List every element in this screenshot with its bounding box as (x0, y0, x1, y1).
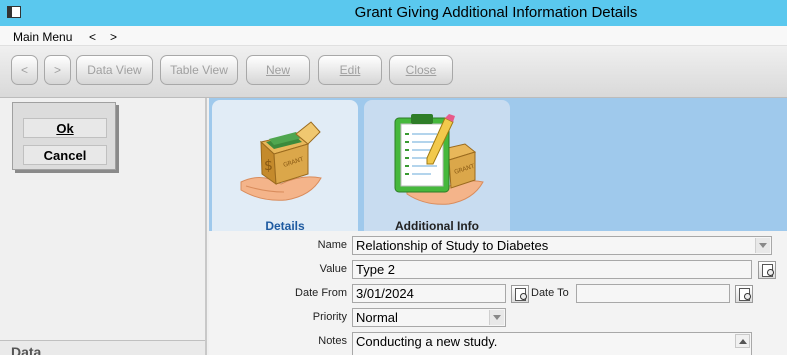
data-view-label: Data View (87, 63, 142, 77)
name-dropdown[interactable]: Relationship of Study to Diabetes (352, 236, 772, 255)
name-label: Name (317, 239, 347, 251)
value-field[interactable]: Type 2 (352, 260, 752, 279)
menu-back-arrow[interactable]: < (89, 30, 96, 44)
value-lookup-icon[interactable] (758, 261, 776, 279)
dialog-button-group: Ok Cancel (12, 102, 116, 170)
left-panel: Ok Cancel Data (0, 98, 207, 355)
notes-label: Notes (318, 335, 347, 347)
details-form: Name Relationship of Study to Diabetes V… (209, 231, 787, 355)
window-title: Grant Giving Additional Information Deta… (354, 4, 638, 21)
date-to-field[interactable] (576, 284, 730, 303)
priority-chevron-down-icon[interactable] (489, 310, 504, 325)
close-button[interactable]: Close (389, 55, 453, 85)
date-from-label: Date From (295, 287, 347, 299)
cancel-label: Cancel (43, 147, 87, 163)
data-section-header: Data (0, 340, 205, 355)
date-to-calendar-icon[interactable] (735, 285, 753, 303)
notes-textarea[interactable]: Conducting a new study. (352, 332, 752, 355)
tab-details[interactable]: $ GRANT Details (212, 100, 358, 248)
clipboard-grant-icon: GRANT (394, 114, 484, 205)
notes-scroll-up-icon[interactable] (735, 334, 750, 348)
next-label: > (53, 63, 61, 77)
table-view-button[interactable]: Table View (160, 55, 238, 85)
menu-forward-arrow[interactable]: > (110, 30, 117, 44)
next-record-button[interactable]: > (44, 55, 71, 85)
ok-button[interactable]: Ok (23, 118, 107, 138)
cancel-button[interactable]: Cancel (23, 145, 107, 165)
value-label: Value (319, 263, 347, 275)
date-from-field[interactable]: 3/01/2024 (352, 284, 506, 303)
priority-dropdown[interactable]: Normal (352, 308, 506, 327)
content-area: $ GRANT Details GRANT Additional Info Na… (209, 98, 787, 355)
title-bar: Grant Giving Additional Information Deta… (0, 0, 787, 26)
new-label: New (265, 63, 290, 77)
value-text: Type 2 (356, 262, 396, 277)
notes-value: Conducting a new study. (356, 334, 498, 349)
date-from-calendar-icon[interactable] (511, 285, 529, 303)
name-value: Relationship of Study to Diabetes (356, 238, 549, 253)
date-to-label: Date To (531, 287, 569, 299)
previous-label: < (20, 63, 28, 77)
main-menu-item[interactable]: Main Menu (13, 30, 72, 44)
edit-button[interactable]: Edit (318, 55, 382, 85)
tab-additional-info[interactable]: GRANT Additional Info (364, 100, 510, 248)
previous-record-button[interactable]: < (11, 55, 38, 85)
grant-box-icon: $ GRANT (240, 121, 322, 201)
priority-value: Normal (356, 310, 398, 325)
name-chevron-down-icon[interactable] (755, 238, 770, 253)
table-view-label: Table View (170, 63, 228, 77)
ok-label: Ok (56, 120, 74, 136)
svg-text:$: $ (264, 158, 273, 174)
new-button[interactable]: New (246, 55, 310, 85)
close-label: Close (405, 63, 437, 77)
edit-label: Edit (339, 63, 361, 77)
priority-label: Priority (312, 311, 347, 323)
toolbar: < > Data View Table View New Edit Close (0, 46, 787, 98)
date-from-value: 3/01/2024 (356, 286, 414, 301)
data-view-button[interactable]: Data View (76, 55, 153, 85)
menu-bar: Main Menu < > (0, 26, 787, 46)
